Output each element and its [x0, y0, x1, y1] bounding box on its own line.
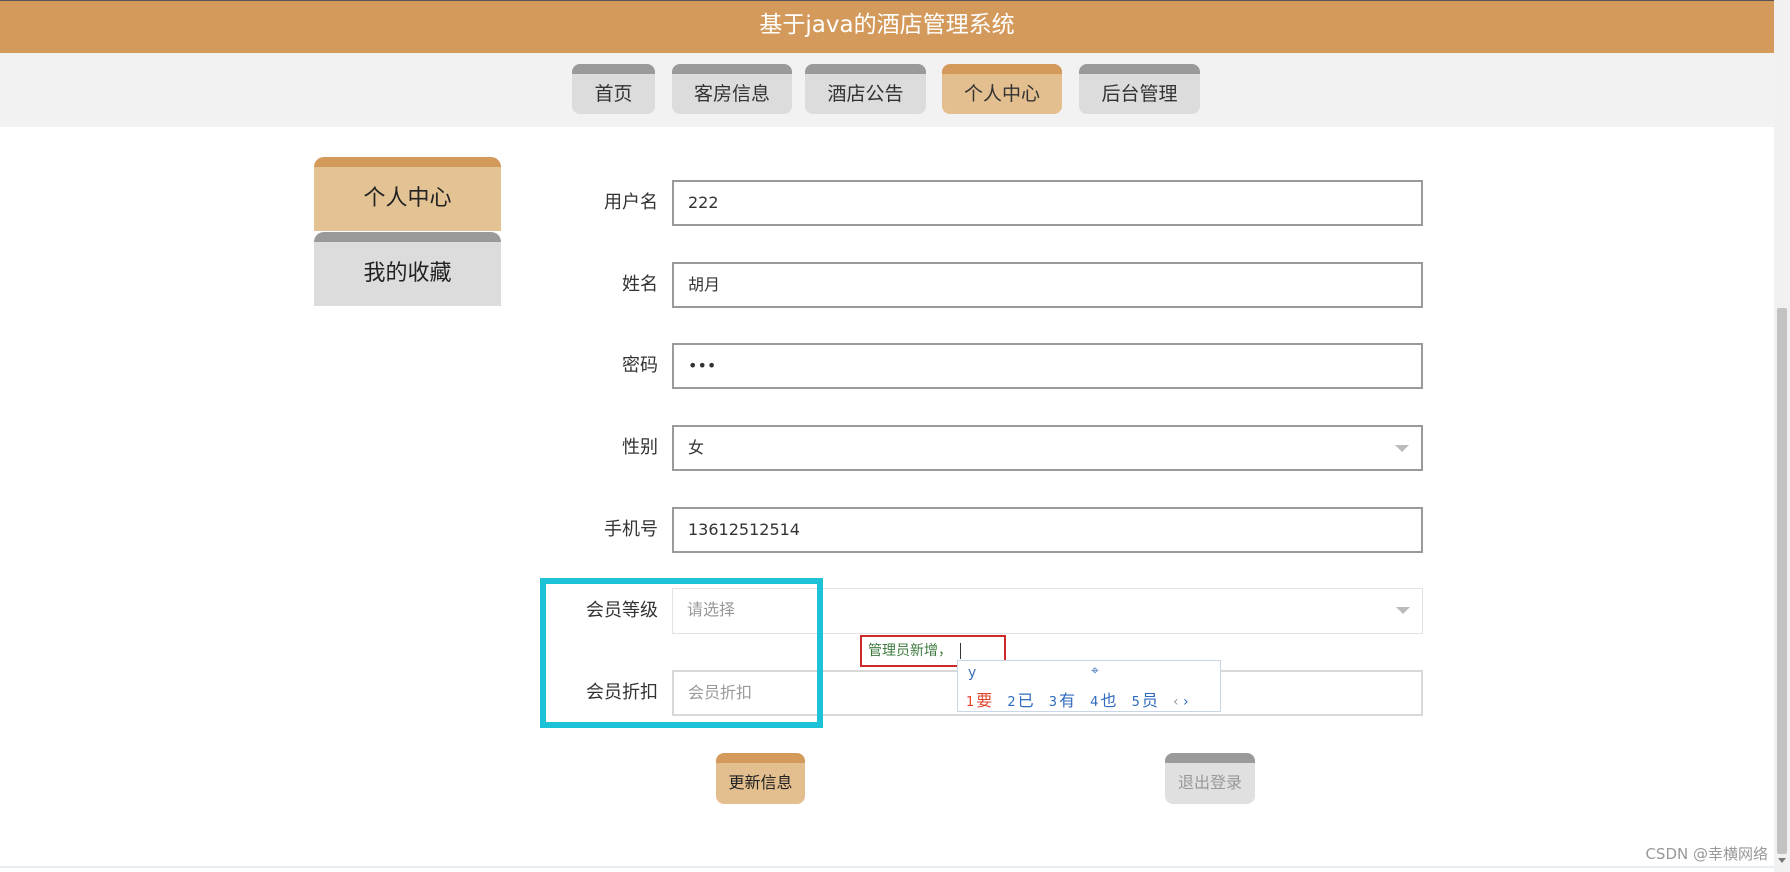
- phone-label: 手机号: [604, 519, 658, 540]
- name-label: 姓名: [622, 274, 658, 295]
- ime-candidate-window[interactable]: y ⌖ 1要 2已 3有 4也 5员 ‹ ›: [957, 660, 1221, 712]
- update-info-button[interactable]: 更新信息: [716, 753, 805, 804]
- password-input[interactable]: •••: [672, 343, 1423, 389]
- ime-page-nav: ‹ ›: [1173, 694, 1189, 710]
- ime-candidate-list: 1要 2已 3有 4也 5员 ‹ ›: [966, 687, 1189, 711]
- highlight-box: [540, 578, 823, 728]
- ime-candidate[interactable]: 3有: [1049, 691, 1075, 710]
- logout-button[interactable]: 退出登录: [1165, 753, 1255, 804]
- gender-label: 性别: [622, 437, 658, 458]
- username-input[interactable]: 222: [672, 180, 1423, 226]
- name-input[interactable]: 胡月: [672, 262, 1423, 308]
- annotation-text: 管理员新增，: [868, 643, 952, 659]
- text-cursor: [960, 643, 962, 659]
- gender-select[interactable]: 女: [672, 425, 1423, 471]
- nav-admin[interactable]: 后台管理: [1079, 64, 1200, 114]
- nav-home[interactable]: 首页: [572, 64, 655, 114]
- nav-announcements[interactable]: 酒店公告: [805, 64, 926, 114]
- password-label: 密码: [622, 355, 658, 376]
- sidebar-item-personal-center[interactable]: 个人中心: [314, 157, 501, 231]
- chevron-down-icon: [1396, 607, 1410, 614]
- gender-value: 女: [688, 438, 705, 457]
- sidebar-item-favorites[interactable]: 我的收藏: [314, 232, 501, 306]
- ime-candidate[interactable]: 2已: [1007, 691, 1033, 710]
- scrollbar-thumb[interactable]: [1777, 308, 1787, 854]
- app-title: 基于java的酒店管理系统: [759, 12, 1015, 38]
- ime-candidate[interactable]: 1要: [966, 691, 992, 710]
- app-header: 基于java的酒店管理系统: [0, 0, 1774, 54]
- scroll-down-icon[interactable]: [1778, 858, 1786, 863]
- ime-prev-icon[interactable]: ‹: [1173, 694, 1179, 710]
- username-label: 用户名: [604, 192, 658, 213]
- ime-composition: y: [968, 665, 977, 681]
- top-nav: 首页 客房信息 酒店公告 个人中心 后台管理: [0, 53, 1774, 127]
- nav-rooms[interactable]: 客房信息: [672, 64, 792, 114]
- ime-candidate[interactable]: 4也: [1090, 691, 1116, 710]
- page-scrollbar[interactable]: [1774, 0, 1790, 872]
- watermark: CSDN @幸横网络: [1645, 845, 1768, 863]
- ime-next-icon[interactable]: ›: [1183, 694, 1189, 710]
- bottom-divider: [0, 866, 1774, 868]
- nav-personal-center[interactable]: 个人中心: [942, 64, 1062, 114]
- ime-candidate[interactable]: 5员: [1132, 691, 1158, 710]
- chevron-down-icon: [1395, 445, 1409, 452]
- phone-input[interactable]: 13612512514: [672, 507, 1423, 553]
- crosshair-icon: ⌖: [1091, 663, 1099, 679]
